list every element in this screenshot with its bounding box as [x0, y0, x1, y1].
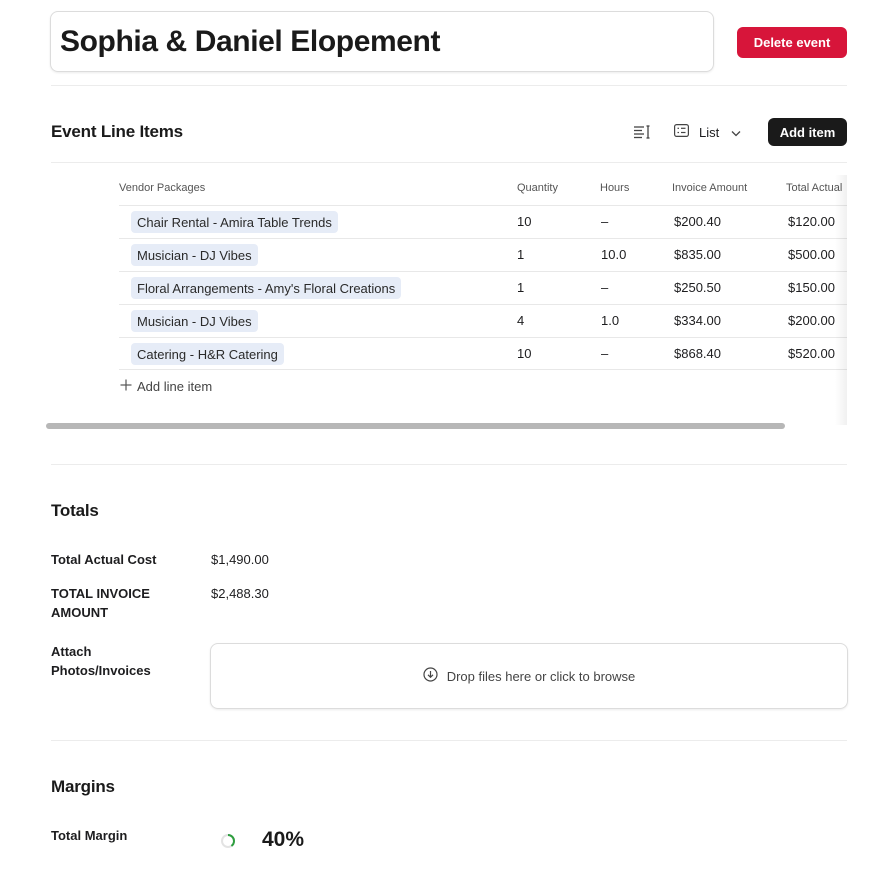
- total-actual-cost-label: Total Actual Cost: [51, 552, 157, 567]
- total-actual-cost-value: $1,490.00: [211, 552, 269, 567]
- table-row[interactable]: Catering - H&R Catering 10 – $868.40 $52…: [119, 337, 847, 370]
- quantity-cell[interactable]: 1: [517, 280, 524, 295]
- hours-cell[interactable]: –: [601, 346, 608, 361]
- hours-cell[interactable]: –: [601, 214, 608, 229]
- list-view-icon: [674, 124, 690, 140]
- totals-divider: [51, 464, 847, 465]
- add-item-button[interactable]: Add item: [768, 118, 847, 146]
- invoice-amount-cell[interactable]: $250.50: [674, 280, 721, 295]
- quantity-cell[interactable]: 1: [517, 247, 524, 262]
- margins-divider: [51, 740, 847, 741]
- add-line-item-label: Add line item: [137, 379, 213, 394]
- chevron-down-icon: [731, 125, 741, 140]
- table-row[interactable]: Floral Arrangements - Amy's Floral Creat…: [119, 271, 847, 304]
- total-invoice-amount-label: TOTAL INVOICE AMOUNT: [51, 586, 150, 620]
- table-row[interactable]: Musician - DJ Vibes 4 1.0 $334.00 $200.0…: [119, 304, 847, 337]
- line-items-title: Event Line Items: [51, 122, 183, 141]
- view-select-label: List: [699, 124, 720, 140]
- total-actual-cell[interactable]: $520.00: [788, 346, 835, 361]
- quantity-cell[interactable]: 10: [517, 346, 531, 361]
- plus-icon: [120, 379, 132, 394]
- quantity-cell[interactable]: 10: [517, 214, 531, 229]
- column-header-hours[interactable]: Hours: [600, 182, 629, 194]
- vendor-package-chip[interactable]: Musician - DJ Vibes: [131, 244, 258, 266]
- attach-photos-label: Attach Photos/Invoices: [51, 644, 151, 678]
- total-invoice-amount-value: $2,488.30: [211, 586, 269, 601]
- header-divider: [51, 85, 847, 86]
- invoice-amount-cell[interactable]: $334.00: [674, 313, 721, 328]
- total-actual-cell[interactable]: $150.00: [788, 280, 835, 295]
- download-circle-icon: [423, 667, 438, 685]
- total-actual-cell[interactable]: $120.00: [788, 214, 835, 229]
- vendor-package-chip[interactable]: Musician - DJ Vibes: [131, 310, 258, 332]
- invoice-amount-cell[interactable]: $835.00: [674, 247, 721, 262]
- add-line-item-button[interactable]: Add line item: [120, 379, 212, 394]
- quantity-cell[interactable]: 4: [517, 313, 524, 328]
- total-margin-label: Total Margin: [51, 828, 128, 843]
- delete-event-button[interactable]: Delete event: [737, 27, 847, 58]
- vendor-package-chip[interactable]: Catering - H&R Catering: [131, 343, 284, 365]
- column-header-invoice-amount[interactable]: Invoice Amount: [672, 182, 747, 194]
- vendor-package-chip[interactable]: Chair Rental - Amira Table Trends: [131, 211, 338, 233]
- file-dropzone[interactable]: Drop files here or click to browse: [210, 643, 848, 709]
- vendor-package-chip[interactable]: Floral Arrangements - Amy's Floral Creat…: [131, 277, 402, 299]
- totals-title: Totals: [51, 501, 99, 520]
- table-row[interactable]: Chair Rental - Amira Table Trends 10 – $…: [119, 205, 847, 238]
- total-actual-cell[interactable]: $500.00: [788, 247, 835, 262]
- view-select[interactable]: List: [674, 122, 741, 142]
- hours-cell[interactable]: 10.0: [601, 247, 626, 262]
- invoice-amount-cell[interactable]: $200.40: [674, 214, 721, 229]
- event-title: Sophia & Daniel Elopement: [60, 24, 441, 58]
- margin-progress-ring: [220, 833, 236, 854]
- fields-settings-icon[interactable]: [633, 124, 651, 145]
- total-actual-cell[interactable]: $200.00: [788, 313, 835, 328]
- table-row[interactable]: Musician - DJ Vibes 1 10.0 $835.00 $500.…: [119, 238, 847, 271]
- horizontal-scrollbar[interactable]: [46, 423, 785, 429]
- total-margin-value: 40%: [262, 828, 305, 851]
- table-scroll-shadow: [835, 175, 847, 425]
- event-title-field[interactable]: Sophia & Daniel Elopement: [50, 11, 714, 72]
- dropzone-label: Drop files here or click to browse: [446, 668, 636, 684]
- invoice-amount-cell[interactable]: $868.40: [674, 346, 721, 361]
- line-items-divider: [51, 162, 847, 163]
- margins-title: Margins: [51, 777, 115, 796]
- hours-cell[interactable]: –: [601, 280, 608, 295]
- table-bottom-border: [119, 369, 847, 370]
- column-header-total-actual[interactable]: Total Actual: [786, 182, 842, 194]
- column-header-quantity[interactable]: Quantity: [517, 182, 558, 194]
- hours-cell[interactable]: 1.0: [601, 313, 619, 328]
- column-header-vendor-packages[interactable]: Vendor Packages: [119, 182, 205, 194]
